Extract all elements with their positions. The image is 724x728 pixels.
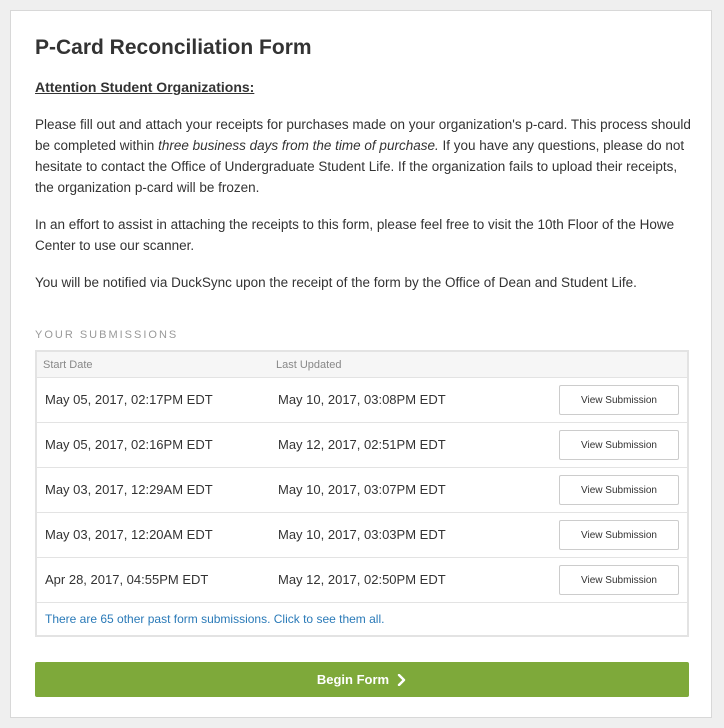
submissions-table: Start Date Last Updated May 05, 2017, 02… <box>35 350 689 637</box>
start-date-cell: May 05, 2017, 02:16PM EDT <box>45 437 213 452</box>
begin-form-button[interactable]: Begin Form <box>35 662 689 697</box>
table-row: May 03, 2017, 12:20AM EDT May 10, 2017, … <box>37 513 687 558</box>
column-last-updated: Last Updated <box>276 359 342 371</box>
begin-form-label: Begin Form <box>316 672 390 687</box>
last-updated-cell: May 10, 2017, 03:08PM EDT <box>278 392 446 407</box>
view-submission-button[interactable]: View Submission <box>559 565 679 595</box>
view-submission-button[interactable]: View Submission <box>559 385 679 415</box>
start-date-cell: May 03, 2017, 12:29AM EDT <box>45 482 213 497</box>
table-row: May 05, 2017, 02:17PM EDT May 10, 2017, … <box>37 378 687 423</box>
instructions-emphasis: three business days from the time of pur… <box>158 138 439 153</box>
attention-heading: Attention Student Organizations: <box>35 79 255 95</box>
last-updated-cell: May 12, 2017, 02:50PM EDT <box>278 572 446 587</box>
table-row: Apr 28, 2017, 04:55PM EDT May 12, 2017, … <box>37 558 687 603</box>
table-row: May 03, 2017, 12:29AM EDT May 10, 2017, … <box>37 468 687 513</box>
past-submissions-link[interactable]: There are 65 other past form submissions… <box>45 612 384 626</box>
start-date-cell: May 05, 2017, 02:17PM EDT <box>45 392 213 407</box>
table-row: May 05, 2017, 02:16PM EDT May 12, 2017, … <box>37 423 687 468</box>
instructions-paragraph: Please fill out and attach your receipts… <box>35 114 695 198</box>
last-updated-cell: May 12, 2017, 02:51PM EDT <box>278 437 446 452</box>
start-date-cell: Apr 28, 2017, 04:55PM EDT <box>45 572 209 587</box>
last-updated-cell: May 10, 2017, 03:03PM EDT <box>278 527 446 542</box>
start-date-cell: May 03, 2017, 12:20AM EDT <box>45 527 213 542</box>
form-card: P-Card Reconciliation Form Attention Stu… <box>10 10 712 718</box>
chevron-right-icon <box>397 673 406 686</box>
submissions-label: YOUR SUBMISSIONS <box>35 329 179 341</box>
view-submission-button[interactable]: View Submission <box>559 520 679 550</box>
view-submission-button[interactable]: View Submission <box>559 475 679 505</box>
last-updated-cell: May 10, 2017, 03:07PM EDT <box>278 482 446 497</box>
view-submission-button[interactable]: View Submission <box>559 430 679 460</box>
scanner-paragraph: In an effort to assist in attaching the … <box>35 217 675 253</box>
notification-paragraph: You will be notified via DuckSync upon t… <box>35 275 637 290</box>
page-title: P-Card Reconciliation Form <box>35 36 312 59</box>
table-header: Start Date Last Updated <box>37 352 687 378</box>
column-start-date: Start Date <box>43 359 93 371</box>
